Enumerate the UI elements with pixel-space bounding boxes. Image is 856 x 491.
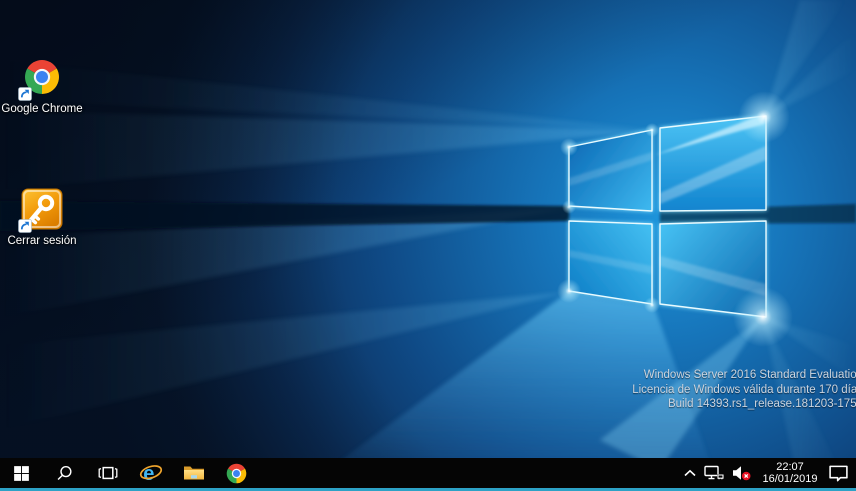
- chrome-taskbar-button[interactable]: [215, 458, 258, 488]
- clock-time: 22:07: [776, 461, 804, 474]
- action-center-button[interactable]: [828, 458, 849, 488]
- search-button[interactable]: [43, 458, 86, 488]
- clock[interactable]: 22:07 16/01/2019: [759, 458, 821, 488]
- task-view-icon: [98, 465, 118, 481]
- windows-logo-icon: [13, 465, 30, 482]
- shortcut-arrow-icon: [18, 219, 32, 233]
- evaluation-watermark: Windows Server 2016 Standard Evaluation …: [632, 368, 856, 412]
- watermark-line-1: Windows Server 2016 Standard Evaluation: [632, 368, 856, 383]
- desktop-icon-label: Cerrar sesión: [7, 235, 76, 247]
- file-explorer-icon: [183, 464, 205, 482]
- desktop[interactable]: Google Chrome: [0, 0, 856, 458]
- volume-tray-button[interactable]: [732, 458, 752, 488]
- file-explorer-button[interactable]: [172, 458, 215, 488]
- desktop-icon-cerrar-sesion[interactable]: Cerrar sesión: [0, 186, 84, 247]
- desktop-icon-google-chrome[interactable]: Google Chrome: [0, 54, 84, 115]
- search-icon: [56, 465, 73, 482]
- taskbar: e: [0, 458, 856, 491]
- chevron-up-icon: [683, 468, 697, 478]
- screen: Google Chrome: [0, 0, 856, 491]
- start-button[interactable]: [0, 458, 43, 488]
- watermark-line-2: Licencia de Windows válida durante 170 d…: [632, 383, 856, 398]
- desktop-icon-label: Google Chrome: [1, 103, 82, 115]
- clock-date: 16/01/2019: [762, 473, 817, 486]
- network-tray-button[interactable]: [704, 458, 725, 488]
- internet-explorer-button[interactable]: e: [129, 458, 172, 488]
- chrome-icon: [225, 462, 248, 485]
- volume-muted-icon: [732, 465, 752, 481]
- shortcut-arrow-icon: [18, 87, 32, 101]
- watermark-line-3: Build 14393.rs1_release.181203-1755: [632, 397, 856, 412]
- network-ethernet-icon: [704, 465, 725, 481]
- taskbar-buttons: e: [0, 458, 258, 488]
- notification-bubble-icon: [828, 464, 849, 483]
- show-hidden-icons-button[interactable]: [683, 458, 697, 488]
- task-view-button[interactable]: [86, 458, 129, 488]
- internet-explorer-icon: e: [139, 461, 163, 485]
- system-tray: 22:07 16/01/2019: [683, 458, 856, 488]
